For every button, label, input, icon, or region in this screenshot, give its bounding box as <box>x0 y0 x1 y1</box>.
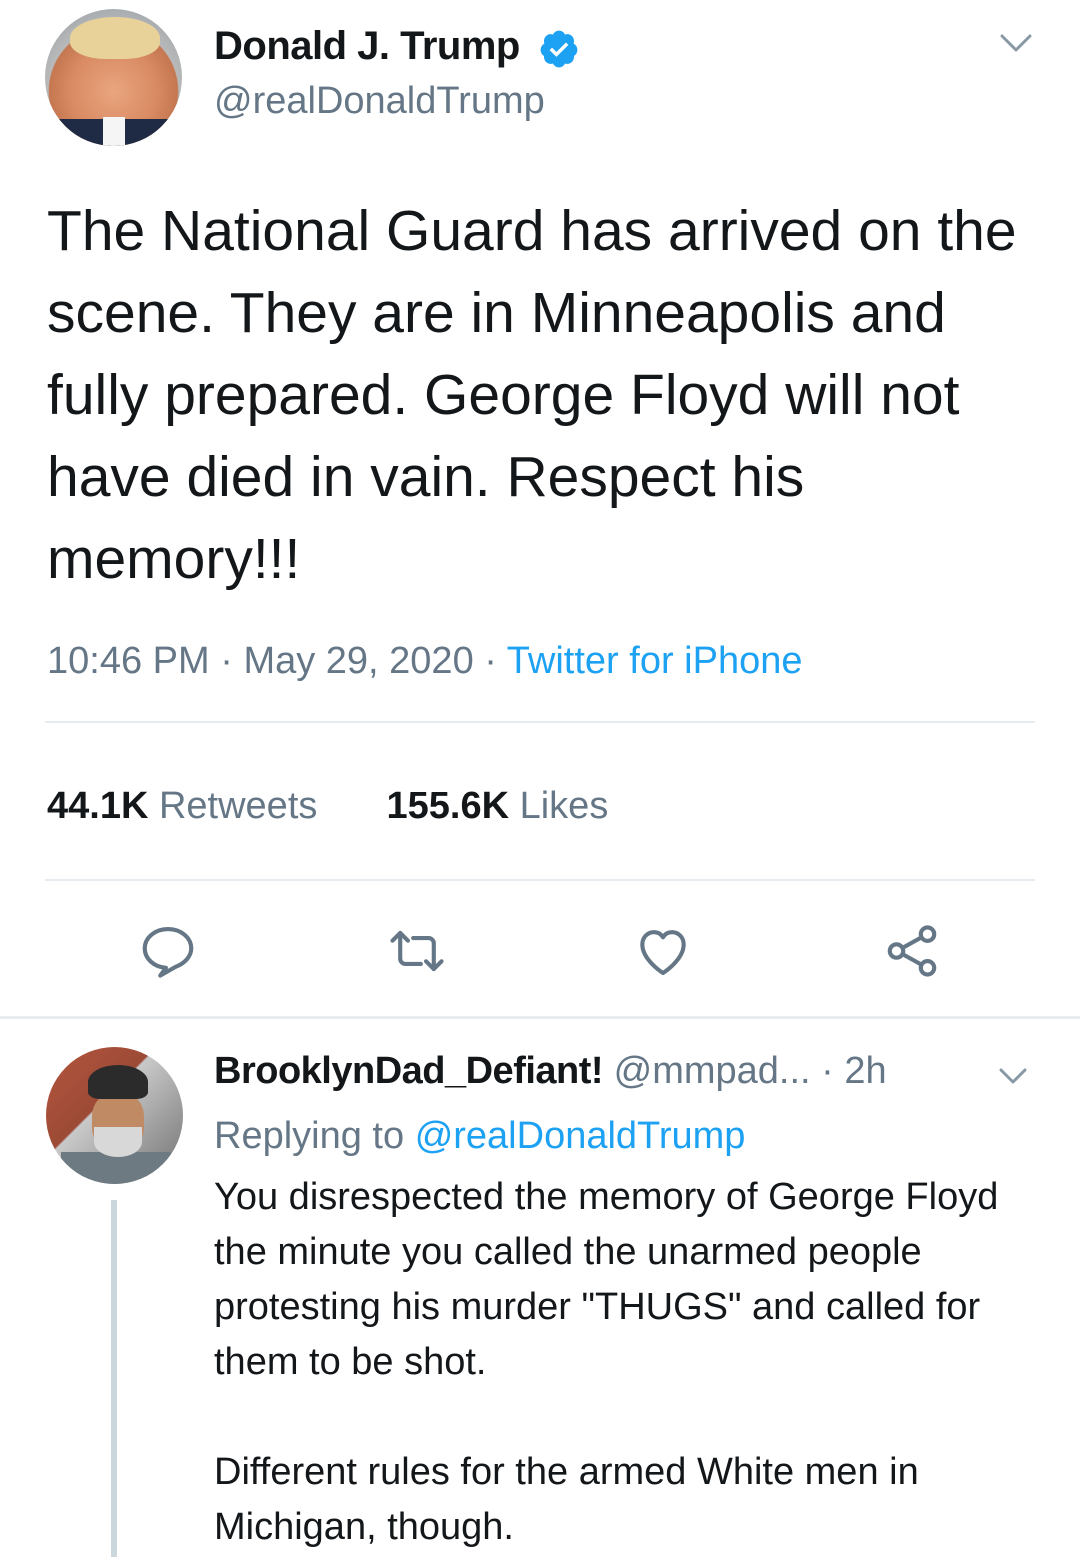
meta-separator: · <box>220 640 233 682</box>
reply-author-avatar[interactable] <box>46 1047 183 1184</box>
reply-header: BrooklynDad_Defiant! @mmpad... · 2h <box>214 1050 887 1093</box>
reply-paragraph: Different rules for the armed White men … <box>214 1451 919 1548</box>
retweet-icon[interactable] <box>386 920 448 982</box>
section-divider <box>0 1016 1080 1019</box>
reply-icon[interactable] <box>137 920 199 982</box>
chevron-down-icon[interactable] <box>996 28 1036 58</box>
reply-paragraph: You disrespected the memory of George Fl… <box>214 1176 999 1383</box>
reply-display-name[interactable]: BrooklynDad_Defiant! <box>214 1050 604 1092</box>
likes-label: Likes <box>519 785 609 827</box>
retweets-label: Retweets <box>158 785 318 827</box>
like-icon[interactable] <box>632 920 694 982</box>
tweet-time[interactable]: 10:46 PM <box>47 640 210 682</box>
avatar-beard <box>94 1127 142 1157</box>
tweet-source-link[interactable]: Twitter for iPhone <box>507 640 803 682</box>
retweets-count: 44.1K <box>47 785 149 827</box>
avatar-beanie <box>88 1065 148 1099</box>
tweet-meta: 10:46 PM · May 29, 2020 · Twitter for iP… <box>47 640 802 683</box>
avatar-shirt <box>103 117 125 146</box>
meta-separator: · <box>484 640 497 682</box>
tweet-text: The National Guard has arrived on the sc… <box>47 199 1017 591</box>
reply-text: You disrespected the memory of George Fl… <box>214 1170 1034 1555</box>
tweet-stats: 44.1K Retweets 155.6K Likes <box>47 785 608 828</box>
retweets-stat[interactable]: 44.1K Retweets <box>47 785 317 827</box>
author-handle[interactable]: @realDonaldTrump <box>214 80 545 123</box>
reply-handle[interactable]: @mmpad... <box>614 1050 811 1092</box>
replying-to-prefix: Replying to <box>214 1115 405 1157</box>
chevron-down-icon[interactable] <box>996 1063 1030 1089</box>
likes-count: 155.6K <box>386 785 510 827</box>
verified-badge-icon <box>540 30 578 68</box>
divider <box>45 879 1035 881</box>
divider <box>45 721 1035 723</box>
thread-connector-line <box>111 1200 117 1557</box>
replying-to-mention[interactable]: @realDonaldTrump <box>415 1115 746 1157</box>
share-icon[interactable] <box>881 920 943 982</box>
replying-to-line: Replying to @realDonaldTrump <box>214 1115 745 1158</box>
tweet-date[interactable]: May 29, 2020 <box>243 640 473 682</box>
reply-separator: · <box>821 1050 834 1092</box>
author-display-name[interactable]: Donald J. Trump <box>214 24 520 69</box>
author-avatar[interactable] <box>45 9 182 146</box>
avatar-hair <box>70 17 160 59</box>
likes-stat[interactable]: 155.6K Likes <box>387 785 609 827</box>
reply-age[interactable]: 2h <box>844 1050 886 1092</box>
